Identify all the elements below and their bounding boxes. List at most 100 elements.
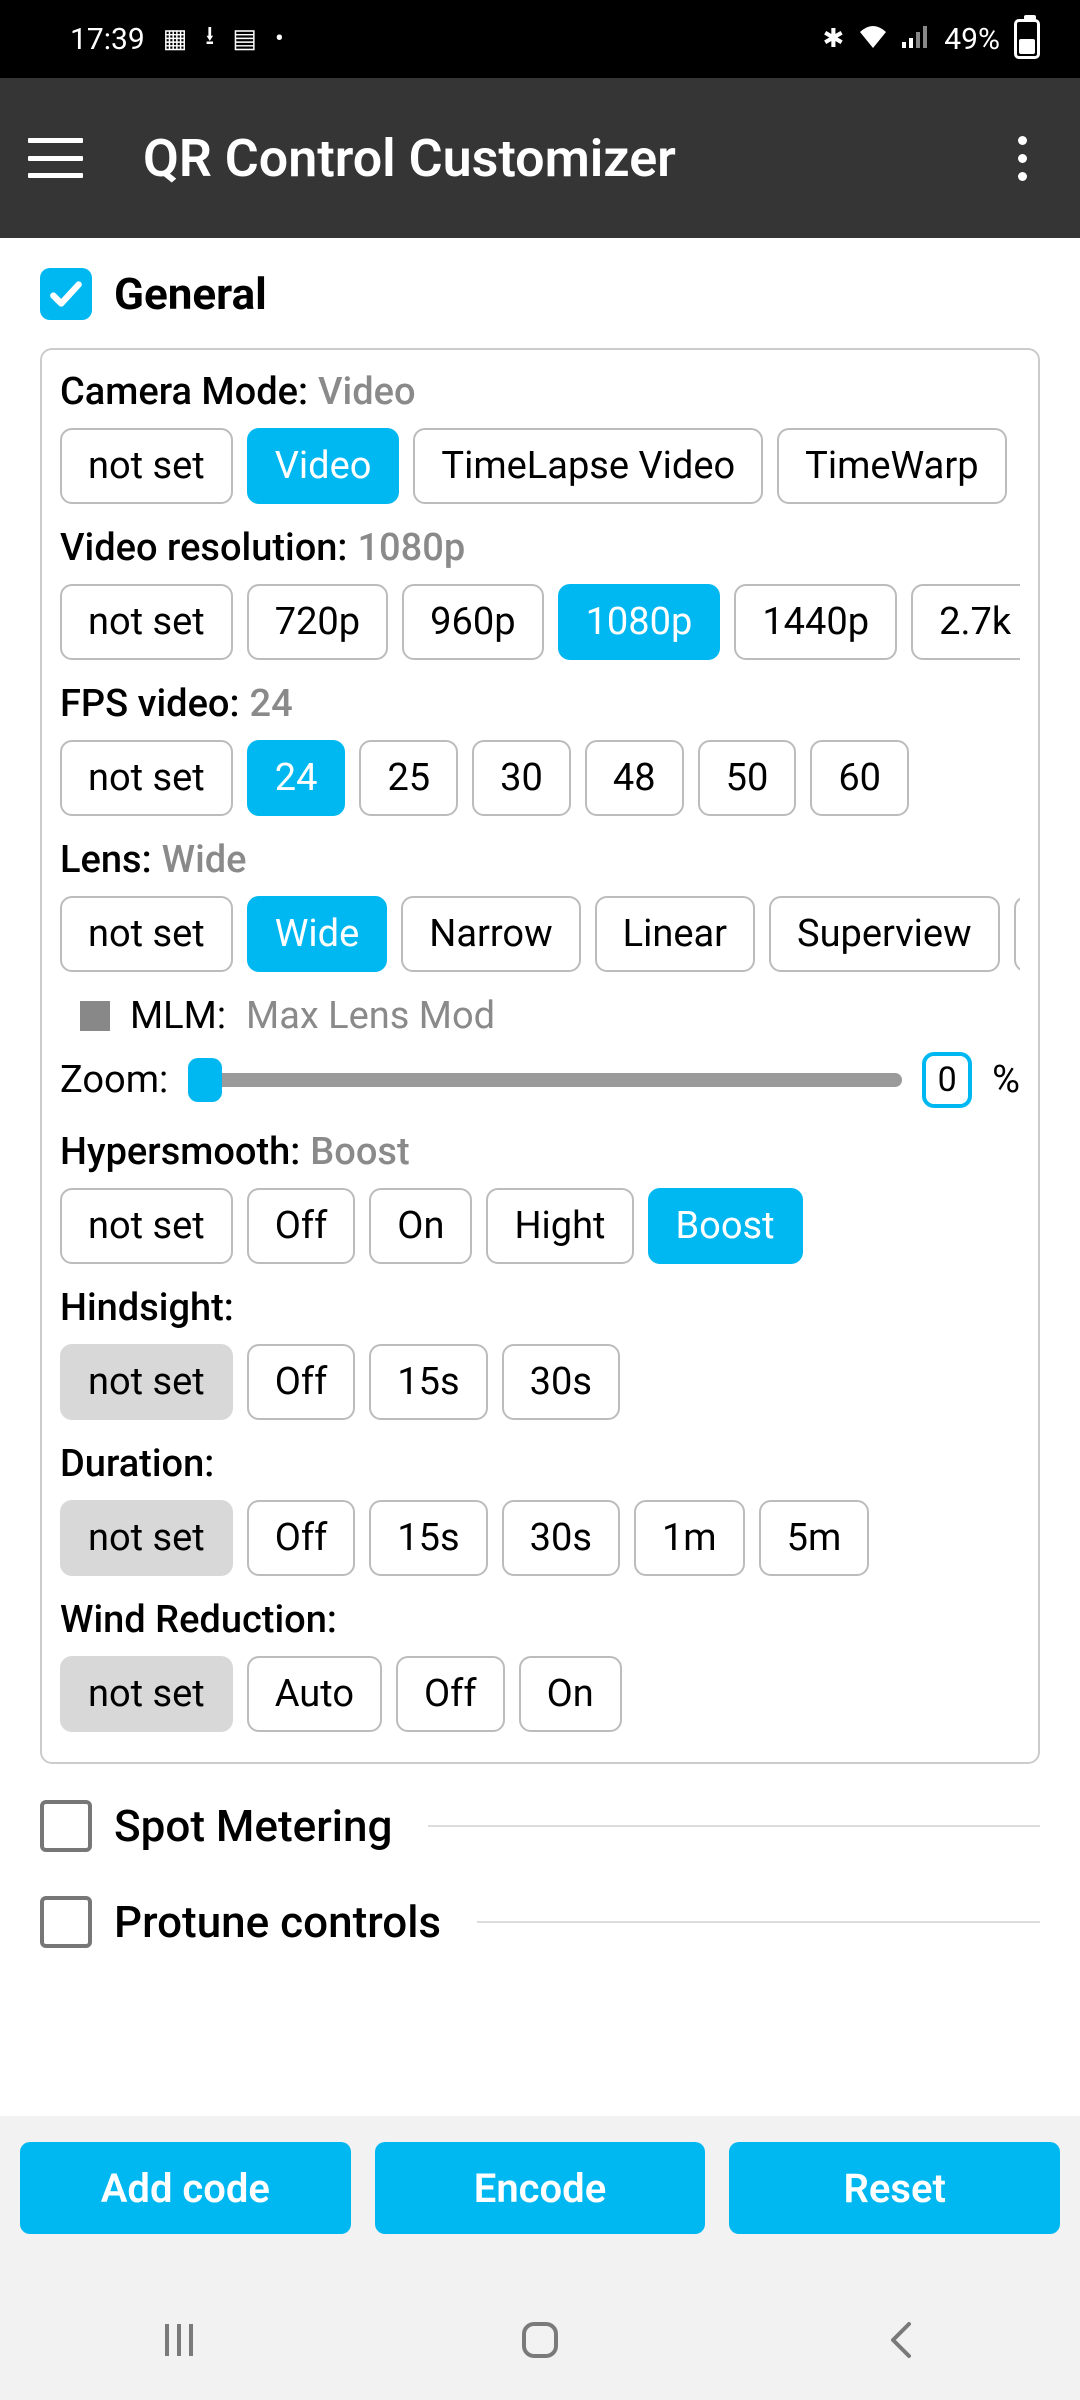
chip-dur-5m[interactable]: 5m [759,1500,870,1576]
lens-value: Wide [162,838,247,882]
row-hindsight: Hindsight: not set Off 15s 30s [60,1286,1020,1420]
chip-lens-narrow[interactable]: Narrow [401,896,580,972]
general-panel: Camera Mode: Video not set Video TimeLap… [40,348,1040,1764]
chip-dur-15s[interactable]: 15s [369,1500,487,1576]
chip-fps-48[interactable]: 48 [585,740,684,816]
mlm-value: Max Lens Mod [246,994,495,1038]
chip-wind-auto[interactable]: Auto [247,1656,382,1732]
chip-fps-25[interactable]: 25 [359,740,458,816]
system-nav-bar [0,2290,1080,2400]
row-hypersmooth: Hypersmooth: Boost not set Off On Hight … [60,1130,1020,1264]
chip-lens-superview[interactable]: Superview [769,896,1000,972]
status-bar: 17:39 ▦ ⭳ ▤ • ✱ 49% [0,0,1080,78]
row-video-resolution: Video resolution: 1080p not set 720p 960… [60,526,1020,660]
video-res-value: 1080p [357,526,465,570]
add-code-button[interactable]: Add code [20,2142,351,2234]
row-zoom: Zoom: 0 % [60,1052,1020,1108]
chip-wind-on[interactable]: On [519,1656,622,1732]
row-fps: FPS video: 24 not set 24 25 30 48 50 60 [60,682,1020,816]
chip-hs-notset[interactable]: not set [60,1188,233,1264]
row-mlm[interactable]: MLM: Max Lens Mod [80,994,1020,1038]
protune-title: Protune controls [114,1896,441,1948]
chip-res-27k[interactable]: 2.7k [911,584,1020,660]
chip-fps-60[interactable]: 60 [810,740,909,816]
checkbox-mlm[interactable] [80,1001,110,1031]
chip-hs-boost[interactable]: Boost [648,1188,803,1264]
row-lens: Lens: Wide not set Wide Narrow Linear Su… [60,838,1020,972]
chip-dur-1m[interactable]: 1m [634,1500,745,1576]
chip-lens-linear[interactable]: Linear [595,896,755,972]
chip-dur-notset[interactable]: not set [60,1500,233,1576]
video-res-label: Video resolution: [60,526,347,570]
chip-fps-50[interactable]: 50 [698,740,797,816]
content: General Camera Mode: Video not set Video… [0,238,1080,2002]
chip-res-1440p[interactable]: 1440p [734,584,897,660]
section-general-title: General [114,268,267,320]
zoom-percent-label: % [992,1058,1020,1102]
chip-res-720p[interactable]: 720p [247,584,388,660]
chip-hind-30s[interactable]: 30s [502,1344,620,1420]
wind-label: Wind Reduction: [60,1598,337,1642]
home-icon[interactable] [518,2318,562,2373]
chip-res-960p[interactable]: 960p [402,584,543,660]
chip-res-1080p[interactable]: 1080p [558,584,721,660]
chip-hind-15s[interactable]: 15s [369,1344,487,1420]
spot-metering-title: Spot Metering [114,1800,392,1852]
chip-hs-hight[interactable]: Hight [486,1188,633,1264]
menu-icon[interactable] [28,138,83,178]
download-icon: ⭳ [205,17,214,61]
section-protune[interactable]: Protune controls [40,1896,1040,1948]
zoom-value-input[interactable]: 0 [922,1052,972,1108]
chip-wind-off[interactable]: Off [396,1656,505,1732]
reset-button[interactable]: Reset [729,2142,1060,2234]
chip-wind-notset[interactable]: not set [60,1656,233,1732]
lens-label: Lens: [60,838,152,882]
recents-icon[interactable] [159,2320,199,2371]
app-bar: QR Control Customizer [0,78,1080,238]
chip-fps-notset[interactable]: not set [60,740,233,816]
checkbox-spot-metering[interactable] [40,1800,92,1852]
checkbox-general[interactable] [40,268,92,320]
chip-res-notset[interactable]: not set [60,584,233,660]
chip-fps-24[interactable]: 24 [247,740,346,816]
checkbox-protune[interactable] [40,1896,92,1948]
chip-lens-wide[interactable]: Wide [247,896,388,972]
duration-label: Duration: [60,1442,214,1486]
bluetooth-icon: ✱ [823,24,845,54]
hypersmooth-value: Boost [310,1130,409,1174]
chip-fps-30[interactable]: 30 [472,740,571,816]
row-wind-reduction: Wind Reduction: not set Auto Off On [60,1598,1020,1732]
chip-lens-l[interactable]: L [1014,896,1020,972]
battery-percent: 49% [944,22,1000,57]
chip-hs-off[interactable]: Off [247,1188,356,1264]
chip-hind-off[interactable]: Off [247,1344,356,1420]
more-icon[interactable] [1002,136,1042,181]
section-spot-metering[interactable]: Spot Metering [40,1800,1040,1852]
chip-camera-notset[interactable]: not set [60,428,233,504]
chip-hind-notset[interactable]: not set [60,1344,233,1420]
hindsight-label: Hindsight: [60,1286,234,1330]
section-general-header[interactable]: General [40,268,1040,320]
dot-icon: • [275,24,284,54]
zoom-slider[interactable] [188,1073,902,1087]
page-title: QR Control Customizer [143,128,1002,189]
mlm-label: MLM: [130,994,226,1038]
chip-camera-video[interactable]: Video [247,428,400,504]
chip-dur-off[interactable]: Off [247,1500,356,1576]
chip-lens-notset[interactable]: not set [60,896,233,972]
chip-hs-on[interactable]: On [369,1188,472,1264]
fps-value: 24 [250,682,293,726]
image-icon: ▦ [163,24,188,54]
wifi-icon [858,24,888,55]
chip-camera-timewarp[interactable]: TimeWarp [777,428,1006,504]
back-icon[interactable] [881,2320,921,2371]
encode-button[interactable]: Encode [375,2142,706,2234]
bottom-action-bar: Add code Encode Reset [0,2116,1080,2290]
battery-icon [1014,19,1040,59]
chip-camera-timelapse[interactable]: TimeLapse Video [413,428,763,504]
zoom-slider-thumb[interactable] [188,1058,222,1102]
calendar-icon: ▤ [232,24,257,54]
camera-mode-value: Video [318,370,416,414]
camera-mode-label: Camera Mode: [60,370,308,414]
chip-dur-30s[interactable]: 30s [502,1500,620,1576]
